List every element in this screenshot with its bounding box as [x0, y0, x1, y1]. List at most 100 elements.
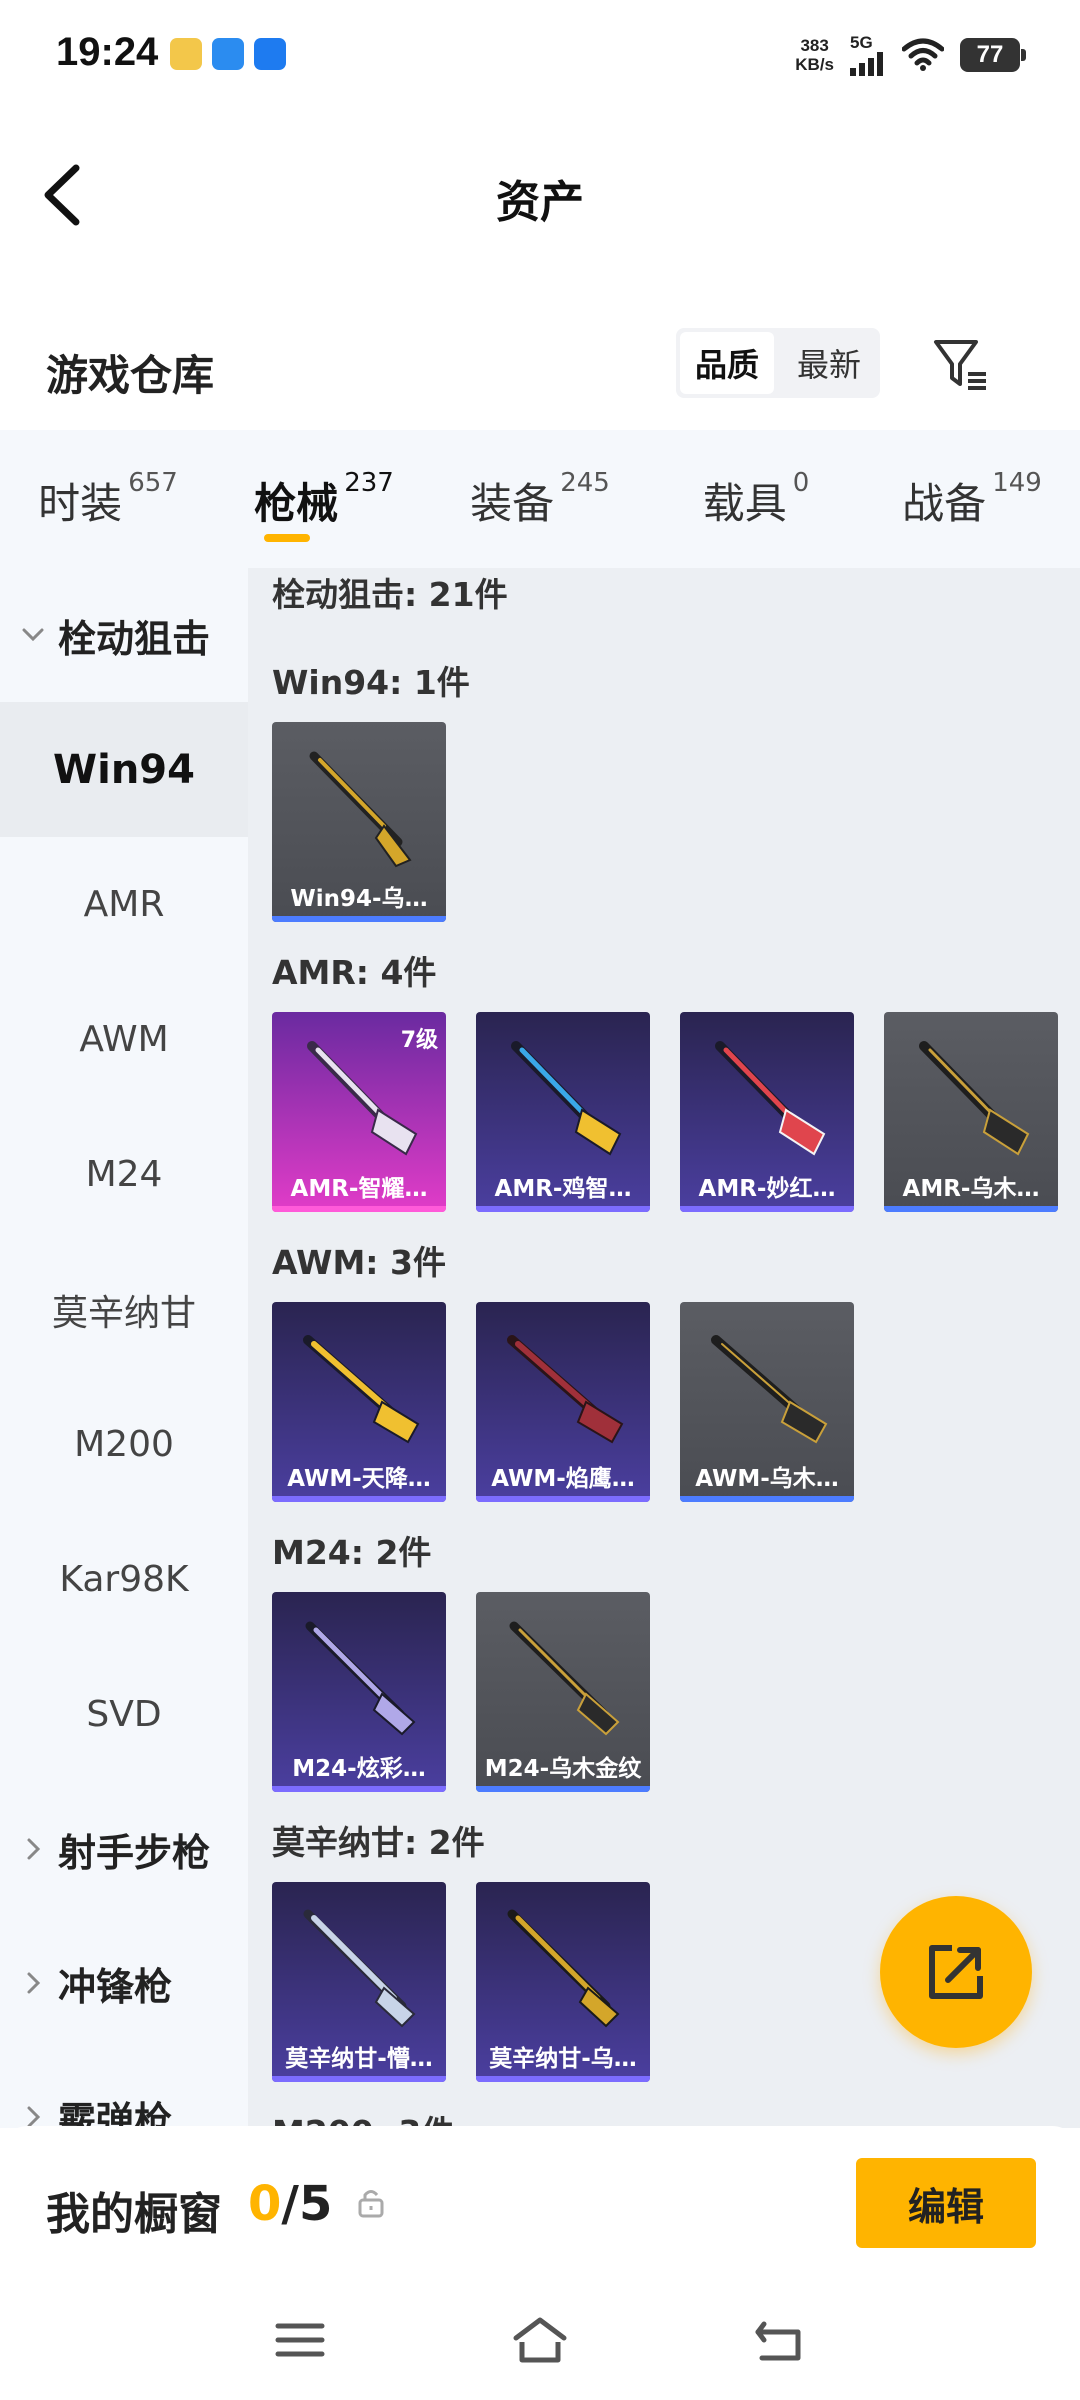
chevron-down-icon [22, 628, 44, 642]
sidebar-group-label: 射手步枪 [58, 1830, 211, 1875]
group-title-amr: AMR: 4件 [272, 953, 437, 992]
rifle-icon [303, 1909, 416, 2028]
sidebar-group-shotgun[interactable]: 霰弹枪 [0, 2050, 248, 2128]
warehouse-title: 游戏仓库 [46, 351, 215, 400]
chevron-right-icon [27, 1838, 41, 1860]
lock-icon [358, 2190, 384, 2218]
weapon-card[interactable]: 莫辛纳甘-乌… [476, 1882, 650, 2082]
rifle-icon [919, 1041, 1030, 1156]
weapon-card[interactable]: M24-乌木金纹 [476, 1592, 650, 1792]
weapon-card-label: 莫辛纳甘-懵… [285, 2046, 433, 2072]
weapon-card[interactable]: 莫辛纳甘-懵… [272, 1882, 446, 2082]
chevron-right-icon [27, 1972, 41, 1994]
rifle-icon [507, 1909, 620, 2028]
sidebar-group-label: 栓动狙击 [58, 616, 211, 661]
weapon-card[interactable]: AWM-焰鹰… [476, 1302, 650, 1502]
weapon-card-label: AWM-乌木… [695, 1466, 839, 1492]
category-summary: 栓动狙击: 21件 [272, 575, 508, 614]
sidebar-item-amr[interactable]: AMR [0, 837, 248, 972]
signal-bars-icon [850, 52, 883, 76]
category-tabs: 时装 657 枪械 237 装备 245 载具 0 战备 149 [0, 430, 1080, 568]
group-title-m200: M200: 3件 [272, 2106, 454, 2128]
share-icon [929, 1945, 983, 1999]
warehouse-header: 游戏仓库 品质 最新 [0, 310, 1080, 430]
status-indicators: 383 KB/s 5G 77 [795, 34, 1026, 76]
app-notification-icon [212, 38, 244, 70]
weapon-card-label: AMR-乌木… [902, 1176, 1040, 1202]
weapon-card-label: AMR-智耀… [290, 1176, 428, 1202]
rifle-icon [305, 1621, 416, 1736]
showcase-count: 0/5 [248, 2176, 332, 2232]
back-nav-icon[interactable] [750, 2312, 810, 2368]
rifle-icon [303, 1335, 420, 1444]
tab-label: 时装 [38, 479, 123, 528]
tab-count: 0 [792, 468, 810, 498]
weapon-card[interactable]: AMR-妙红… [680, 1012, 854, 1212]
sidebar-item-m24[interactable]: M24 [0, 1107, 248, 1242]
active-tab-indicator [264, 534, 310, 542]
weapon-card[interactable]: AWM-乌木… [680, 1302, 854, 1502]
home-icon[interactable] [510, 2312, 570, 2368]
status-time: 19:24 [56, 30, 159, 74]
rarity-strip [476, 1206, 650, 1212]
sidebar-item-svd[interactable]: SVD [0, 1647, 248, 1782]
wifi-icon [902, 38, 944, 71]
sort-newest-button[interactable]: 最新 [782, 332, 876, 394]
sidebar-item-m200[interactable]: M200 [0, 1377, 248, 1512]
filter-icon[interactable] [930, 334, 990, 394]
tab-count: 237 [344, 468, 394, 498]
menu-icon[interactable] [270, 2312, 330, 2368]
sidebar-group-marksman[interactable]: 射手步枪 [0, 1782, 248, 1916]
rarity-strip [272, 916, 446, 922]
weapon-card[interactable]: M24-炫彩… [272, 1592, 446, 1792]
sort-quality-button[interactable]: 品质 [680, 332, 774, 394]
weapon-type-sidebar: 栓动狙击 Win94 AMR AWM M24 莫辛纳甘 M200 Kar98K … [0, 568, 248, 2128]
status-bar: 19:24 383 KB/s 5G 77 [0, 0, 1080, 110]
network-speed: 383 KB/s [795, 36, 834, 74]
sidebar-item-mosin-nagant[interactable]: 莫辛纳甘 [0, 1242, 248, 1377]
sidebar-item-awm[interactable]: AWM [0, 972, 248, 1107]
rarity-strip [680, 1496, 854, 1502]
tab-supplies[interactable]: 战备 149 [864, 430, 1080, 568]
tab-label: 装备 [470, 479, 555, 528]
tab-equipment[interactable]: 装备 245 [432, 430, 648, 568]
weapon-card[interactable]: AMR-乌木… [884, 1012, 1058, 1212]
rifle-icon [509, 1621, 620, 1736]
tab-count: 149 [992, 468, 1042, 498]
rifle-icon [511, 1041, 622, 1156]
rifle-icon [307, 1041, 418, 1156]
system-nav-bar [0, 2276, 1080, 2400]
edit-button[interactable]: 编辑 [856, 2158, 1036, 2248]
page-title: 资产 [496, 177, 584, 228]
rifle-icon [507, 1335, 624, 1444]
tab-fashion[interactable]: 时装 657 [0, 430, 216, 568]
sort-toggle: 品质 最新 [676, 328, 880, 398]
showcase-label: 我的橱窗 [46, 2189, 222, 2240]
tab-label: 载具 [702, 479, 787, 528]
rarity-strip [476, 1786, 650, 1792]
tab-count: 245 [560, 468, 610, 498]
weapon-card[interactable]: 7级 AMR-智耀… [272, 1012, 446, 1212]
rarity-strip [272, 1206, 446, 1212]
tab-vehicles[interactable]: 载具 0 [648, 430, 864, 568]
cell-signal-icon: 5G [850, 34, 886, 76]
group-title-m24: M24: 2件 [272, 1533, 432, 1572]
sidebar-item-kar98k[interactable]: Kar98K [0, 1512, 248, 1647]
tab-label: 枪械 [254, 479, 339, 528]
weapon-card-label: M24-乌木金纹 [484, 1756, 642, 1782]
sidebar-group-smg[interactable]: 冲锋枪 [0, 1916, 248, 2050]
weapon-list: 栓动狙击: 21件 Win94: 1件 Win94-乌… AMR: 4件 7级 … [248, 568, 1080, 2128]
weapon-card[interactable]: AWM-天降… [272, 1302, 446, 1502]
weapon-card[interactable]: AMR-鸡智… [476, 1012, 650, 1212]
network-speed-unit: KB/s [795, 55, 834, 74]
group-title-win94: Win94: 1件 [272, 663, 470, 702]
sidebar-group-bolt-action[interactable]: 栓动狙击 [0, 568, 248, 702]
rarity-strip [476, 1496, 650, 1502]
weapon-card[interactable]: Win94-乌… [272, 722, 446, 922]
network-type: 5G [850, 33, 873, 52]
tab-firearms[interactable]: 枪械 237 [216, 430, 432, 568]
group-title-mosin-nagant: 莫辛纳甘: 2件 [272, 1823, 485, 1862]
share-button[interactable] [880, 1896, 1032, 2048]
weapon-card-label: AMR-妙红… [698, 1176, 836, 1202]
sidebar-item-win94[interactable]: Win94 [0, 702, 248, 837]
